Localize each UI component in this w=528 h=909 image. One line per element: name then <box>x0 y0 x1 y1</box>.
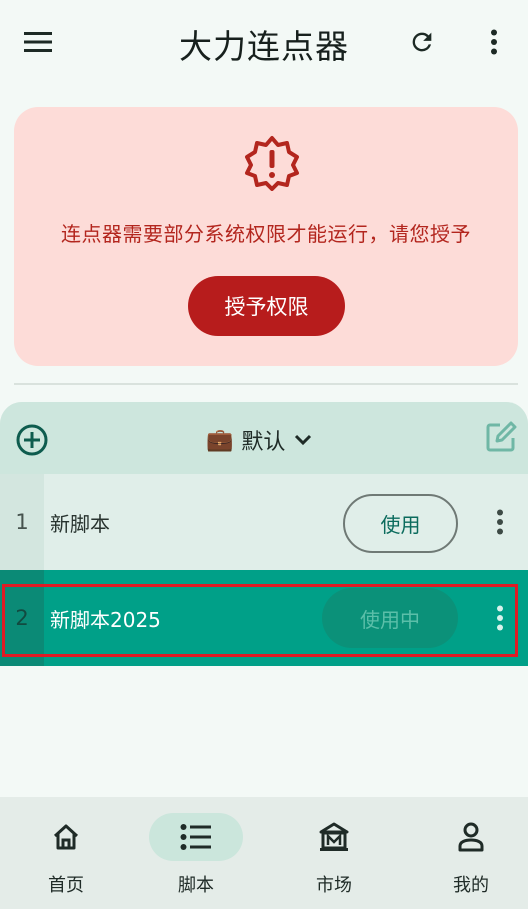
more-vert-icon <box>497 509 503 535</box>
overflow-menu-button[interactable] <box>474 22 514 62</box>
script-row[interactable]: 1 新脚本 使用 <box>0 474 528 570</box>
nav-home[interactable]: 首页 <box>0 797 132 909</box>
grant-permission-button[interactable]: 授予权限 <box>188 276 345 336</box>
refresh-icon <box>412 32 432 52</box>
use-script-button[interactable]: 使用 <box>343 494 458 553</box>
refresh-button[interactable] <box>402 22 442 62</box>
bottom-navigation-bar: 首页 脚本 市场 我的 <box>0 797 528 909</box>
nav-icon-container <box>19 813 113 861</box>
selection-highlight-box <box>2 584 518 657</box>
script-index: 1 <box>0 474 44 570</box>
script-panel-header: 💼 默认 <box>0 402 528 474</box>
chevron-down-icon <box>295 434 312 446</box>
nav-icon-container <box>149 813 243 861</box>
app-title: 大力连点器 <box>179 27 349 66</box>
permission-warning-card: 连点器需要部分系统权限才能运行，请您授予 授予权限 <box>14 107 518 366</box>
briefcase-icon: 💼 <box>206 427 234 453</box>
divider <box>14 383 518 385</box>
script-options-button[interactable] <box>486 502 514 542</box>
nav-profile[interactable]: 我的 <box>405 797 528 909</box>
nav-label-market: 市场 <box>316 875 352 896</box>
more-vert-icon <box>491 29 497 55</box>
script-name: 新脚本 <box>50 511 110 536</box>
list-icon <box>180 824 211 850</box>
nav-label-profile: 我的 <box>453 875 489 896</box>
edit-icon[interactable] <box>484 420 518 454</box>
home-icon <box>53 824 79 850</box>
person-icon <box>458 822 484 852</box>
market-icon <box>319 822 349 851</box>
top-app-bar: 大力连点器 <box>0 0 528 84</box>
nav-market[interactable]: 市场 <box>268 797 400 909</box>
nav-icon-container <box>287 813 381 861</box>
nav-scripts[interactable]: 脚本 <box>130 797 262 909</box>
script-group-selector[interactable]: 💼 默认 <box>206 420 313 460</box>
nav-icon-container <box>424 813 518 861</box>
group-name: 默认 <box>241 430 286 455</box>
nav-label-scripts: 脚本 <box>178 875 214 896</box>
permission-message: 连点器需要部分系统权限才能运行，请您授予 <box>61 222 471 246</box>
warning-badge-icon <box>245 136 299 191</box>
nav-label-home: 首页 <box>48 875 84 896</box>
add-circle-icon[interactable] <box>14 422 50 458</box>
